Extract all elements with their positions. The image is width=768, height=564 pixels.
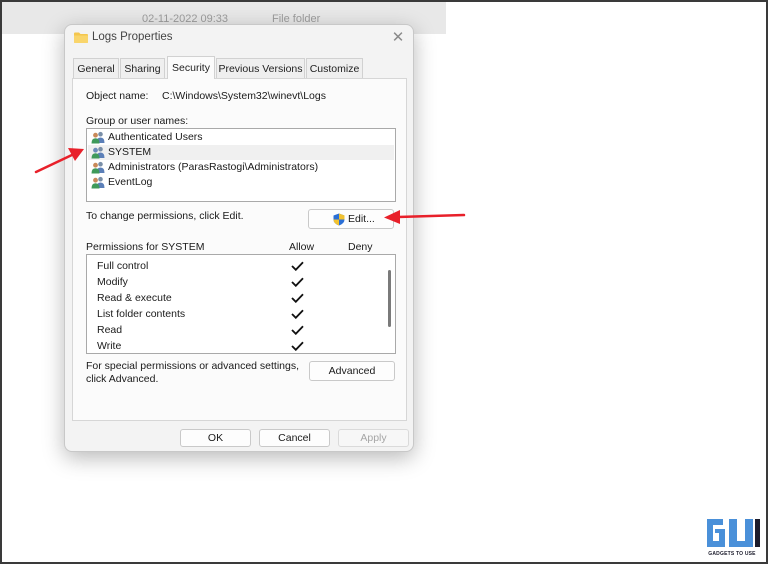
group-user-listbox[interactable]: Authenticated Users SYSTEM Administrator… xyxy=(86,128,396,202)
list-item-label: Authenticated Users xyxy=(108,131,203,143)
folder-icon xyxy=(74,32,88,43)
checkmark-icon xyxy=(291,341,304,351)
close-icon: ✕ xyxy=(391,29,405,46)
list-item-label: Administrators (ParasRastogi\Administrat… xyxy=(108,161,319,173)
permission-row-write: Write xyxy=(87,338,387,353)
user-group-icon xyxy=(91,161,105,174)
tab-general[interactable]: General xyxy=(73,58,119,79)
permission-row-list-folder: List folder contents xyxy=(87,306,387,322)
list-item-administrators[interactable]: Administrators (ParasRastogi\Administrat… xyxy=(88,160,394,175)
user-group-icon xyxy=(91,131,105,144)
properties-dialog: Logs Properties ✕ General Sharing Securi… xyxy=(64,24,414,452)
advanced-button[interactable]: Advanced xyxy=(309,361,395,381)
permissions-for-label: Permissions for SYSTEM xyxy=(86,241,205,253)
list-item-authenticated-users[interactable]: Authenticated Users xyxy=(88,130,394,145)
permission-label: List folder contents xyxy=(97,308,186,320)
security-panel: Object name: C:\Windows\System32\winevt\… xyxy=(72,78,407,421)
annotation-arrow-system xyxy=(34,148,84,174)
close-button[interactable]: ✕ xyxy=(385,27,411,49)
permissions-scrollbar[interactable] xyxy=(384,256,395,352)
uac-shield-icon xyxy=(333,213,345,226)
watermark-tagline: GADGETS TO USE xyxy=(708,551,756,557)
list-item-eventlog[interactable]: EventLog xyxy=(88,175,394,190)
edit-button-label: Edit... xyxy=(348,213,375,225)
list-item-label: EventLog xyxy=(108,176,153,188)
change-permissions-hint: To change permissions, click Edit. xyxy=(86,210,244,222)
permission-row-modify: Modify xyxy=(87,274,387,290)
apply-button[interactable]: Apply xyxy=(338,429,409,447)
permission-label: Read & execute xyxy=(97,292,172,304)
allow-column-header: Allow xyxy=(289,241,315,253)
user-group-icon xyxy=(91,176,105,189)
checkmark-icon xyxy=(291,309,304,319)
permission-label: Full control xyxy=(97,260,149,272)
permission-label: Write xyxy=(97,340,122,352)
permission-label: Modify xyxy=(97,276,128,288)
tab-previous-versions[interactable]: Previous Versions xyxy=(216,58,305,79)
gadgets-to-use-logo-icon xyxy=(702,516,762,550)
permissions-list[interactable]: Full control Modify Read & execute List … xyxy=(86,254,396,354)
checkmark-icon xyxy=(291,325,304,335)
permission-label: Read xyxy=(97,324,123,336)
checkmark-icon xyxy=(291,277,304,287)
tab-customize[interactable]: Customize xyxy=(306,58,363,79)
annotation-arrow-edit xyxy=(384,210,466,224)
object-name-label: Object name: xyxy=(86,90,149,102)
special-permissions-text: For special permissions or advanced sett… xyxy=(86,360,300,372)
deny-column-header: Deny xyxy=(348,241,373,253)
permission-row-full-control: Full control xyxy=(87,258,387,274)
tab-sharing[interactable]: Sharing xyxy=(120,58,165,79)
checkmark-icon xyxy=(291,293,304,303)
permission-row-read-execute: Read & execute xyxy=(87,290,387,306)
object-name-value: C:\Windows\System32\winevt\Logs xyxy=(162,90,326,102)
list-item-label: SYSTEM xyxy=(108,146,152,158)
checkmark-icon xyxy=(291,261,304,271)
ok-button[interactable]: OK xyxy=(180,429,251,447)
permission-row-read: Read xyxy=(87,322,387,338)
tab-security[interactable]: Security xyxy=(167,56,215,79)
scrollbar-thumb[interactable] xyxy=(388,270,391,327)
user-group-icon xyxy=(91,146,105,159)
cancel-button[interactable]: Cancel xyxy=(259,429,330,447)
dialog-title: Logs Properties xyxy=(92,31,173,43)
watermark-logo: GADGETS TO USE xyxy=(701,515,763,562)
group-names-label: Group or user names: xyxy=(86,115,189,127)
click-advanced-text: click Advanced. xyxy=(86,373,159,385)
list-item-system[interactable]: SYSTEM xyxy=(88,145,394,160)
